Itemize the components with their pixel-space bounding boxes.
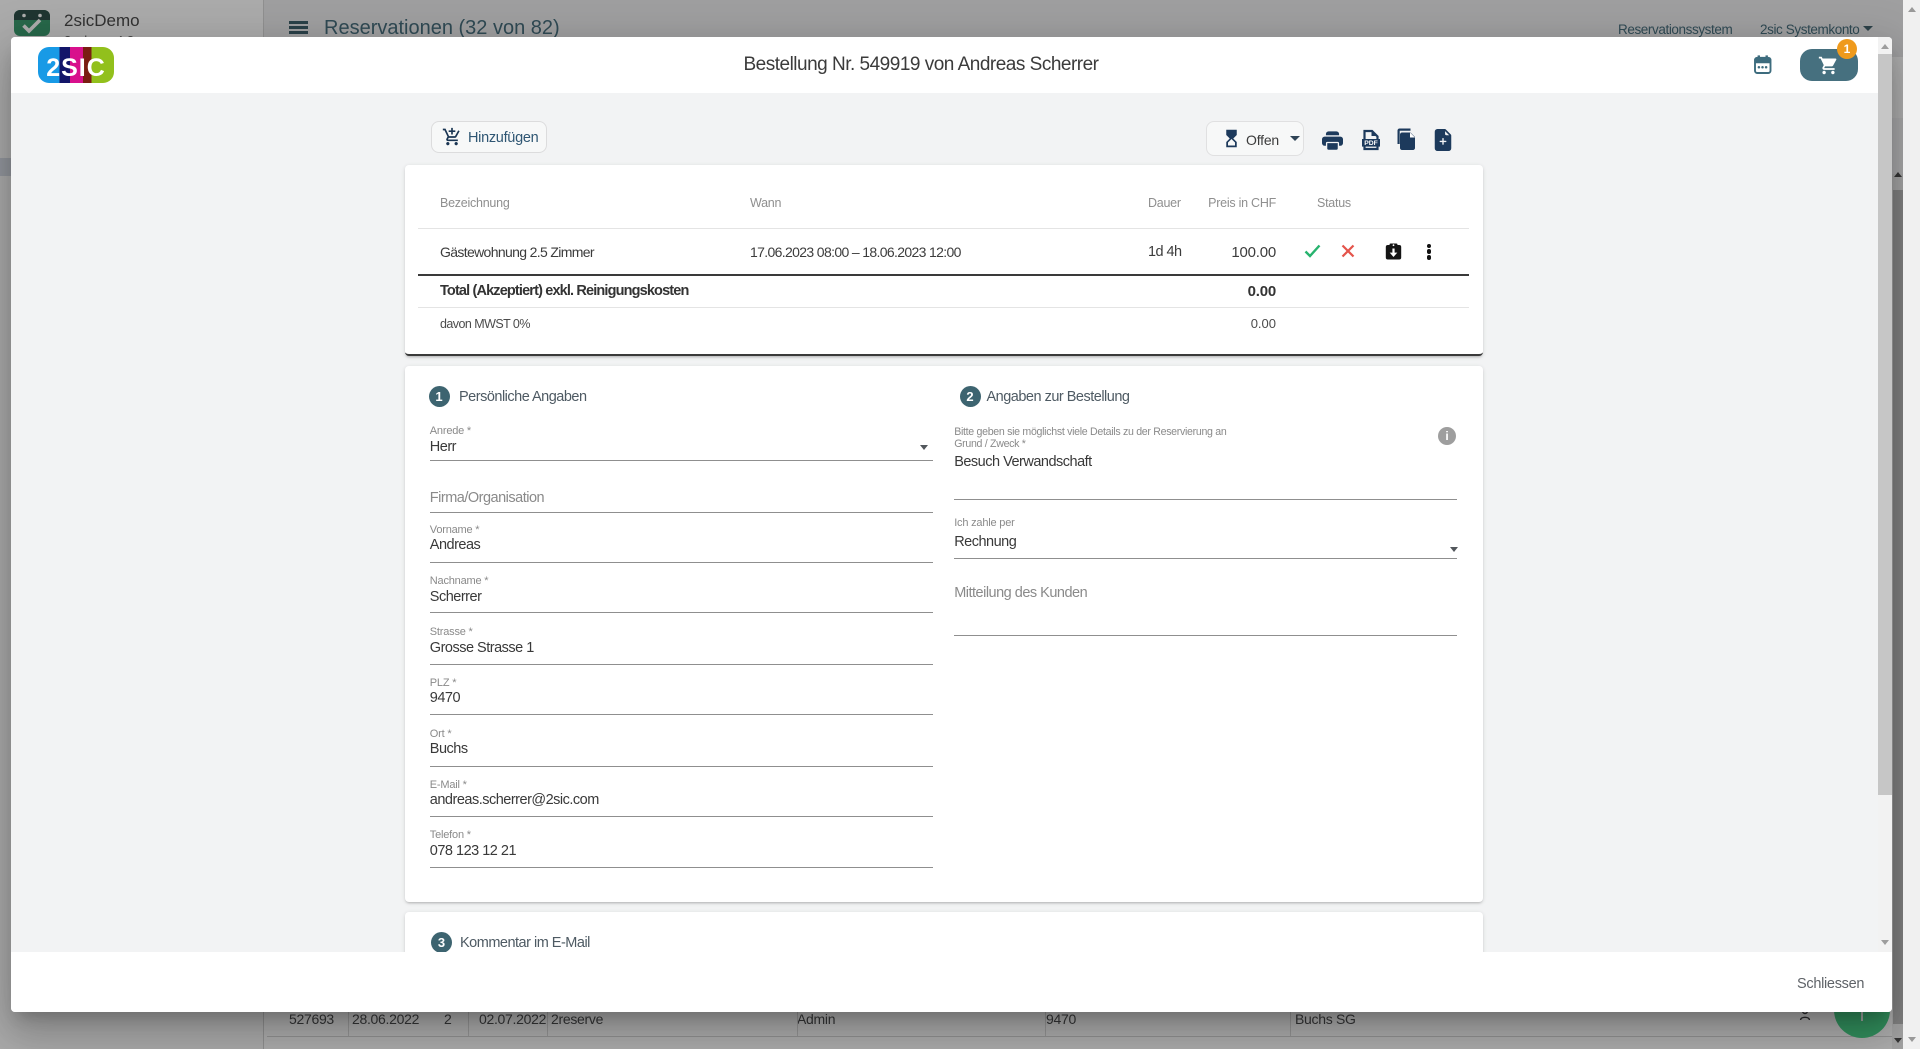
svg-text:2SIC: 2SIC xyxy=(46,54,106,82)
svg-text:PDF: PDF xyxy=(1364,140,1378,147)
